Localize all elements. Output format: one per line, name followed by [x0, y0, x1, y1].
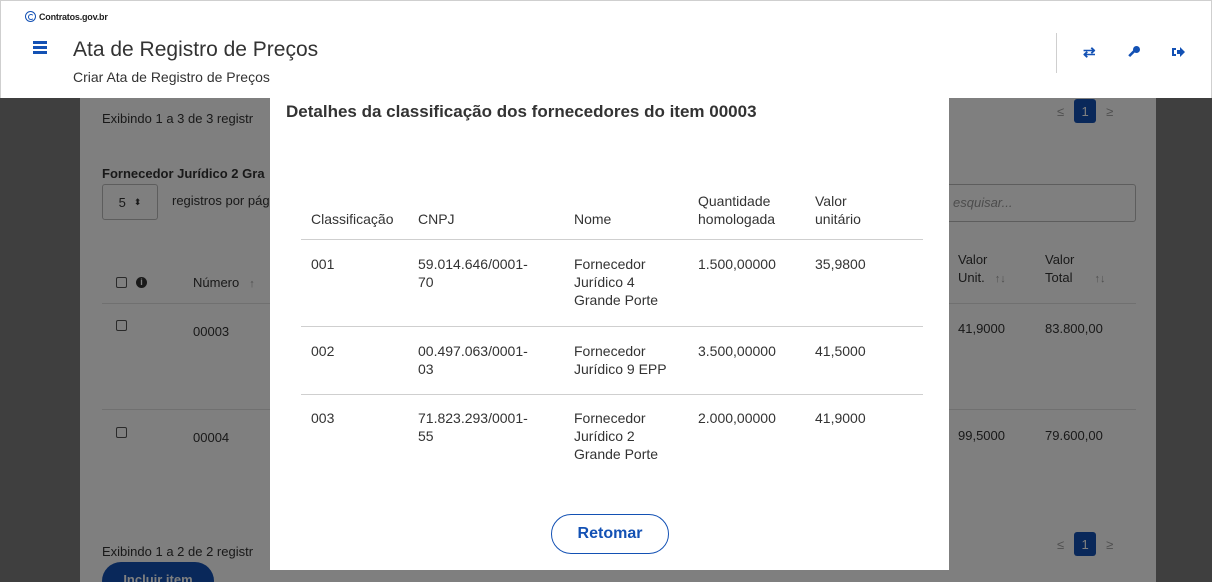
cell-classificacao: 003	[311, 410, 335, 426]
cell-nome: Fornecedor Jurídico 2 Grande Porte	[574, 410, 659, 462]
cell-valor: 41,5000	[815, 343, 866, 359]
key-icon[interactable]	[1127, 45, 1141, 63]
cell-cnpj: 00.497.063/0001- 03	[418, 343, 528, 377]
column-quantidade: Quantidade homologada	[698, 193, 776, 227]
row-divider	[301, 394, 923, 395]
cell-classificacao: 002	[311, 343, 335, 359]
supplier-ranking-modal: Detalhes da classificação dos fornecedor…	[270, 98, 949, 570]
modal-title: Detalhes da classificação dos fornecedor…	[286, 102, 757, 121]
cell-valor: 35,9800	[815, 256, 866, 272]
cell-cnpj: 71.823.293/0001- 55	[418, 410, 528, 444]
column-classificacao: Classificação	[311, 211, 394, 227]
brand[interactable]: Contratos.gov.br	[25, 11, 108, 22]
cell-quantidade: 2.000,00000	[698, 410, 776, 426]
column-valor-unitario: Valor unitário	[815, 193, 861, 227]
page-title: Ata de Registro de Preços	[73, 38, 319, 61]
header-divider	[301, 239, 923, 240]
page-subtitle: Criar Ata de Registro de Preços	[73, 69, 270, 85]
cell-quantidade: 1.500,00000	[698, 256, 776, 272]
row-divider	[301, 326, 923, 327]
brand-name: Contratos.gov.br	[39, 11, 108, 22]
column-cnpj: CNPJ	[418, 211, 455, 227]
exchange-icon[interactable]: ⇄	[1083, 45, 1096, 61]
column-nome: Nome	[574, 211, 612, 227]
return-button[interactable]: Retomar	[551, 514, 669, 554]
cell-valor: 41,9000	[815, 410, 866, 426]
cell-cnpj: 59.014.646/0001- 70	[418, 256, 528, 290]
cell-nome: Fornecedor Jurídico 4 Grande Porte	[574, 256, 659, 308]
logout-icon[interactable]	[1171, 45, 1185, 63]
hamburger-menu-icon[interactable]	[33, 41, 47, 55]
cell-quantidade: 3.500,00000	[698, 343, 776, 359]
app-header: Contratos.gov.br Ata de Registro de Preç…	[0, 0, 1212, 98]
cell-nome: Fornecedor Jurídico 9 EPP	[574, 343, 667, 377]
header-divider	[1056, 33, 1057, 73]
gov-logo-icon	[25, 11, 36, 22]
cell-classificacao: 001	[311, 256, 335, 272]
